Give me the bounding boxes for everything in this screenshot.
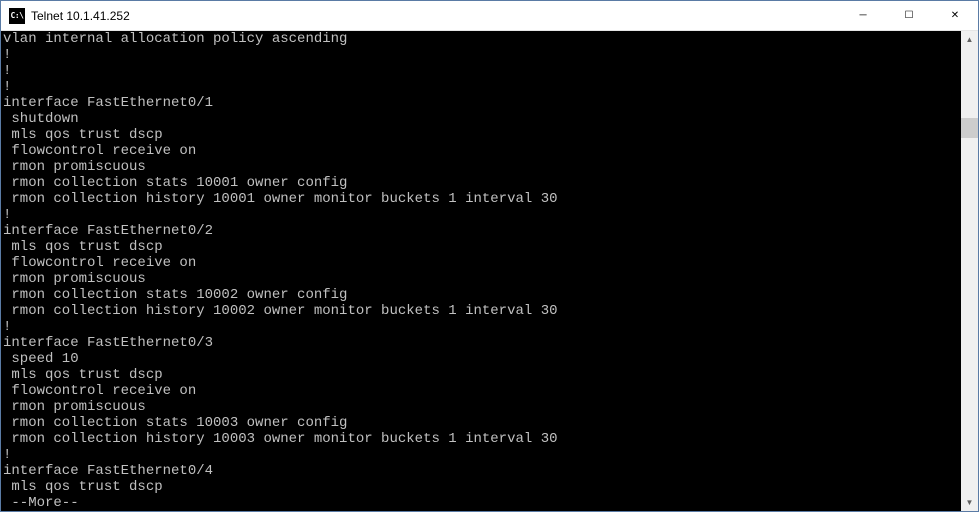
vertical-scrollbar[interactable]: ▲ ▼	[961, 31, 978, 511]
maximize-button[interactable]: ☐	[886, 1, 932, 30]
terminal-output[interactable]: vlan internal allocation policy ascendin…	[1, 31, 961, 511]
window-title: Telnet 10.1.41.252	[31, 9, 840, 23]
app-icon-text: C:\	[11, 11, 24, 20]
app-icon: C:\	[9, 8, 25, 24]
close-button[interactable]: ✕	[932, 1, 978, 30]
scrollbar-track[interactable]	[961, 48, 978, 494]
window-controls: ─ ☐ ✕	[840, 1, 978, 30]
minimize-button[interactable]: ─	[840, 1, 886, 30]
scroll-down-button[interactable]: ▼	[961, 494, 978, 511]
titlebar: C:\ Telnet 10.1.41.252 ─ ☐ ✕	[1, 1, 978, 31]
scroll-up-button[interactable]: ▲	[961, 31, 978, 48]
scrollbar-thumb[interactable]	[961, 118, 978, 138]
terminal-container: vlan internal allocation policy ascendin…	[1, 31, 978, 511]
